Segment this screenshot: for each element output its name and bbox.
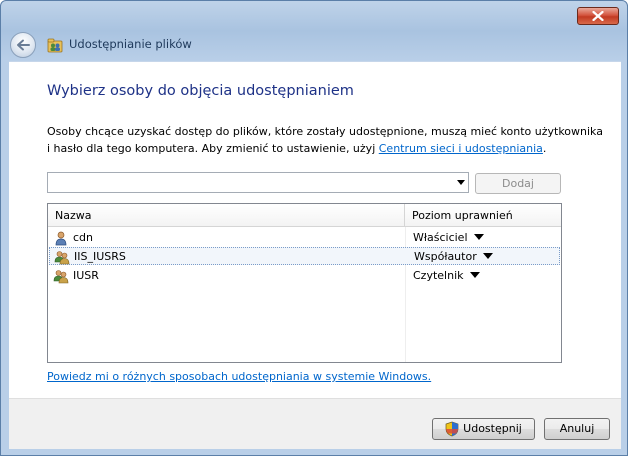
permission-dropdown[interactable]: Właściciel [413, 231, 484, 244]
cancel-button[interactable]: Anuluj [544, 418, 610, 440]
column-header-permission[interactable]: Poziom uprawnień [405, 204, 561, 227]
description-text: Osoby chcące uzyskać dostęp do plików, k… [47, 123, 607, 157]
group-icon [53, 270, 69, 284]
permission-label: Czytelnik [413, 269, 464, 282]
list-row-iusr[interactable]: IUSR Czytelnik [49, 267, 560, 285]
share-button[interactable]: Udostępnij [432, 418, 535, 440]
group-icon [54, 251, 70, 265]
description-end: . [542, 142, 547, 155]
network-center-link[interactable]: Centrum sieci i udostępniania [379, 142, 543, 155]
row-name: IIS_IUSRS [74, 250, 126, 263]
user-icon [55, 231, 67, 246]
content-panel: Wybierz osoby do objęcia udostępnianiem … [9, 61, 621, 398]
close-button[interactable] [577, 7, 619, 25]
page-heading: Wybierz osoby do objęcia udostępnianiem [47, 83, 354, 99]
dropdown-arrow-icon [482, 253, 493, 259]
back-button[interactable] [10, 32, 36, 58]
back-arrow-icon [17, 39, 30, 51]
user-list: Nazwa Poziom uprawnień cdn Właściciel II… [47, 203, 562, 363]
permission-label: Właściciel [413, 231, 468, 244]
file-sharing-icon [47, 38, 63, 53]
window-title: Udostępnianie plików [69, 37, 192, 51]
footer-bar: Udostępnij Anuluj [9, 398, 621, 449]
user-combo-box[interactable] [47, 172, 469, 193]
window-frame: Udostępnianie plików Wybierz osoby do ob… [0, 0, 628, 456]
list-row-cdn[interactable]: cdn Właściciel [49, 229, 560, 247]
row-name: IUSR [73, 269, 99, 282]
list-row-iis-iusrs[interactable]: IIS_IUSRS Współautor [49, 247, 560, 265]
permission-dropdown[interactable]: Czytelnik [413, 269, 480, 282]
permission-label: Współautor [414, 250, 477, 263]
column-header-name[interactable]: Nazwa [48, 204, 405, 227]
share-button-label: Udostępnij [463, 422, 522, 435]
close-icon [592, 11, 604, 21]
shield-icon [445, 421, 459, 437]
help-link[interactable]: Powiedz mi o różnych sposobach udostępni… [47, 370, 431, 383]
permission-dropdown[interactable]: Współautor [414, 250, 493, 263]
chevron-down-icon[interactable] [457, 180, 465, 185]
add-button[interactable]: Dodaj [475, 173, 561, 194]
dropdown-arrow-icon [473, 234, 484, 240]
row-name: cdn [73, 231, 94, 244]
dropdown-arrow-icon [469, 272, 480, 278]
